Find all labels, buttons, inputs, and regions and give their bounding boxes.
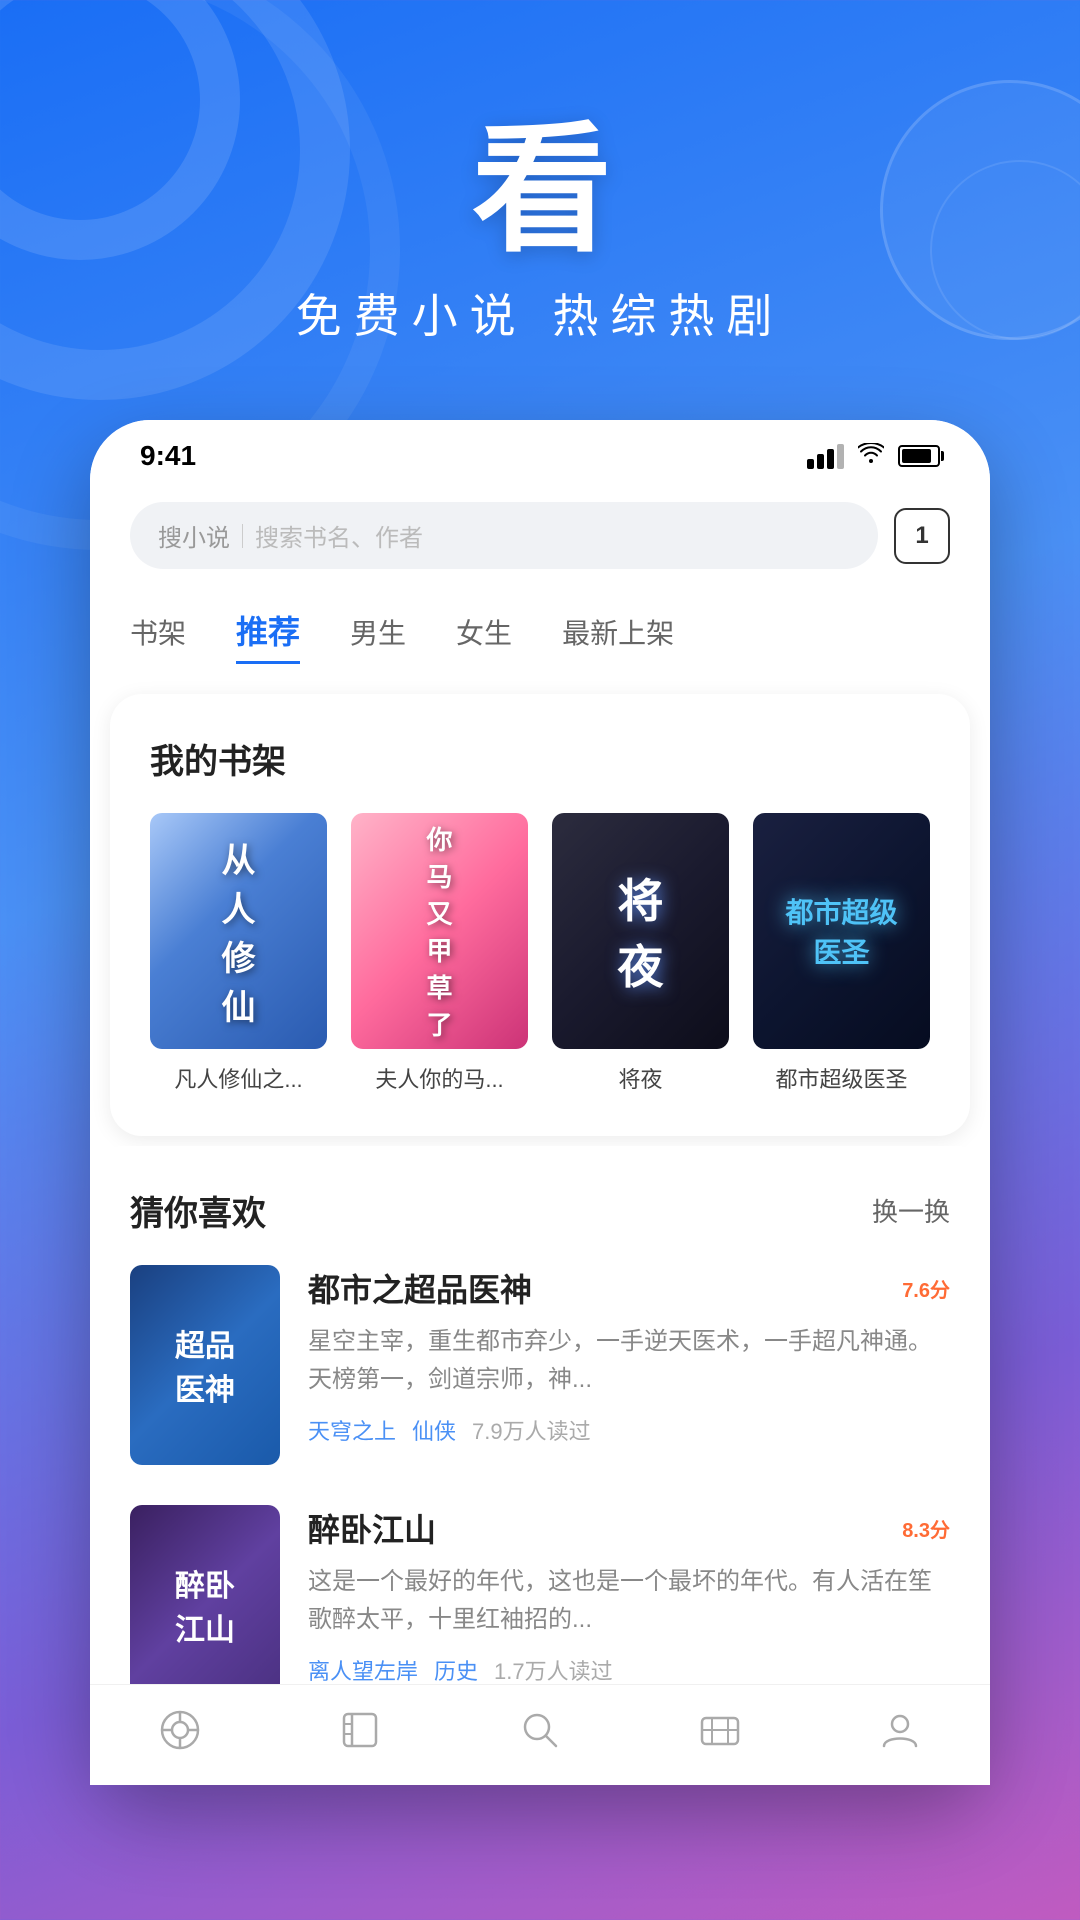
nav-item-search[interactable]: [515, 1705, 565, 1755]
rec-book-header-2: 醉卧江山 8.3分: [308, 1505, 950, 1551]
book-cover-4: [753, 813, 930, 1049]
app-title: 看: [0, 120, 1080, 260]
nav-item-books[interactable]: [335, 1705, 385, 1755]
book-item-2[interactable]: 夫人你的马...: [351, 813, 528, 1096]
book-name-3: 将夜: [618, 1065, 662, 1096]
library-icon: [695, 1705, 745, 1755]
book-icon: [335, 1705, 385, 1755]
phone-mockup: 9:41: [90, 420, 990, 1785]
status-bar: 9:41: [90, 420, 990, 482]
rec-readers-1: 7.9万人读过: [472, 1414, 591, 1446]
book-item-4[interactable]: 都市超级医圣: [753, 813, 930, 1096]
search-label: 搜小说: [158, 518, 230, 553]
rec-book-title-1: 都市之超品医神: [308, 1265, 532, 1311]
search-bar: 搜小说 搜索书名、作者 1: [130, 502, 950, 569]
rec-item-1[interactable]: 都市之超品医神 7.6分 星空主宰，重生都市弃少，一手逆天医术，一手超凡神通。天…: [130, 1265, 950, 1465]
search-nav-icon: [515, 1705, 565, 1755]
search-input[interactable]: 搜索书名、作者: [255, 518, 423, 553]
book-cover-1: [150, 813, 327, 1049]
rec-desc-1: 星空主宰，重生都市弃少，一手逆天医术，一手超凡神通。天榜第一，剑道宗师，神...: [308, 1323, 950, 1400]
search-input-wrapper[interactable]: 搜小说 搜索书名、作者: [130, 502, 878, 569]
book-item-3[interactable]: 将夜: [552, 813, 729, 1096]
book-name-4: 都市超级医圣: [775, 1065, 907, 1096]
home-icon: [155, 1705, 205, 1755]
signal-bar-1: [807, 459, 814, 469]
phone-mockup-wrapper: 9:41: [90, 420, 990, 1785]
book-item-1[interactable]: 凡人修仙之...: [150, 813, 327, 1096]
signal-bar-2: [817, 454, 824, 469]
book-name-2: 夫人你的马...: [375, 1065, 503, 1096]
rec-tag-1-1: 仙侠: [412, 1414, 456, 1446]
rec-tags-2: 离人望左岸 历史 1.7万人读过: [308, 1654, 950, 1686]
battery-fill: [902, 449, 931, 463]
rec-cover-2: [130, 1505, 280, 1705]
book-grid: 凡人修仙之... 夫人你的马... 将夜 都市超级医圣: [150, 813, 930, 1096]
rec-header: 猜你喜欢 换一换: [130, 1186, 950, 1235]
wifi-icon: [858, 443, 884, 469]
rec-tag-2-0: 离人望左岸: [308, 1654, 418, 1686]
battery-icon: [898, 445, 940, 467]
rec-tag-2-1: 历史: [434, 1654, 478, 1686]
profile-icon: [875, 1705, 925, 1755]
rec-info-2: 醉卧江山 8.3分 这是一个最好的年代，这也是一个最坏的年代。有人活在笙歌醉太平…: [308, 1505, 950, 1686]
rec-tag-1-0: 天穹之上: [308, 1414, 396, 1446]
book-name-1: 凡人修仙之...: [174, 1065, 302, 1096]
signal-bars-icon: [807, 444, 844, 469]
notification-badge[interactable]: 1: [894, 508, 950, 564]
signal-bar-4: [837, 444, 844, 469]
hero-section: 看 免费小说 热综热剧: [0, 0, 1080, 346]
rec-desc-2: 这是一个最好的年代，这也是一个最坏的年代。有人活在笙歌醉太平，十里红袖招的...: [308, 1563, 950, 1640]
tab-bookshelf[interactable]: 书架: [130, 604, 186, 660]
bookshelf-card: 我的书架 凡人修仙之... 夫人你的马... 将夜 都市超级医圣: [110, 694, 970, 1136]
nav-item-profile[interactable]: [875, 1705, 925, 1755]
rec-refresh-button[interactable]: 换一换: [872, 1192, 950, 1229]
tab-female[interactable]: 女生: [456, 604, 512, 660]
rec-tags-1: 天穹之上 仙侠 7.9万人读过: [308, 1414, 950, 1446]
tab-recommend[interactable]: 推荐: [236, 599, 300, 664]
bottom-nav: [90, 1684, 990, 1785]
search-section: 搜小说 搜索书名、作者 1: [90, 482, 990, 589]
bookshelf-title: 我的书架: [150, 734, 930, 783]
tab-male[interactable]: 男生: [350, 604, 406, 660]
rec-item-2[interactable]: 醉卧江山 8.3分 这是一个最好的年代，这也是一个最坏的年代。有人活在笙歌醉太平…: [130, 1505, 950, 1705]
tab-nav: 书架 推荐 男生 女生 最新上架: [90, 589, 990, 684]
rec-title: 猜你喜欢: [130, 1186, 266, 1235]
rec-cover-1: [130, 1265, 280, 1465]
nav-item-home[interactable]: [155, 1705, 205, 1755]
rec-readers-2: 1.7万人读过: [494, 1654, 613, 1686]
app-subtitle: 免费小说 热综热剧: [0, 280, 1080, 346]
rec-score-1: 7.6分: [902, 1272, 950, 1304]
search-divider: [242, 524, 243, 548]
nav-item-library[interactable]: [695, 1705, 745, 1755]
rec-info-1: 都市之超品医神 7.6分 星空主宰，重生都市弃少，一手逆天医术，一手超凡神通。天…: [308, 1265, 950, 1446]
book-cover-3: [552, 813, 729, 1049]
book-cover-2: [351, 813, 528, 1049]
rec-book-title-2: 醉卧江山: [308, 1505, 436, 1551]
tab-new[interactable]: 最新上架: [562, 604, 674, 660]
rec-book-header-1: 都市之超品医神 7.6分: [308, 1265, 950, 1311]
signal-bar-3: [827, 449, 834, 469]
status-time: 9:41: [140, 440, 196, 472]
rec-score-2: 8.3分: [902, 1512, 950, 1544]
status-icons: [807, 443, 940, 469]
